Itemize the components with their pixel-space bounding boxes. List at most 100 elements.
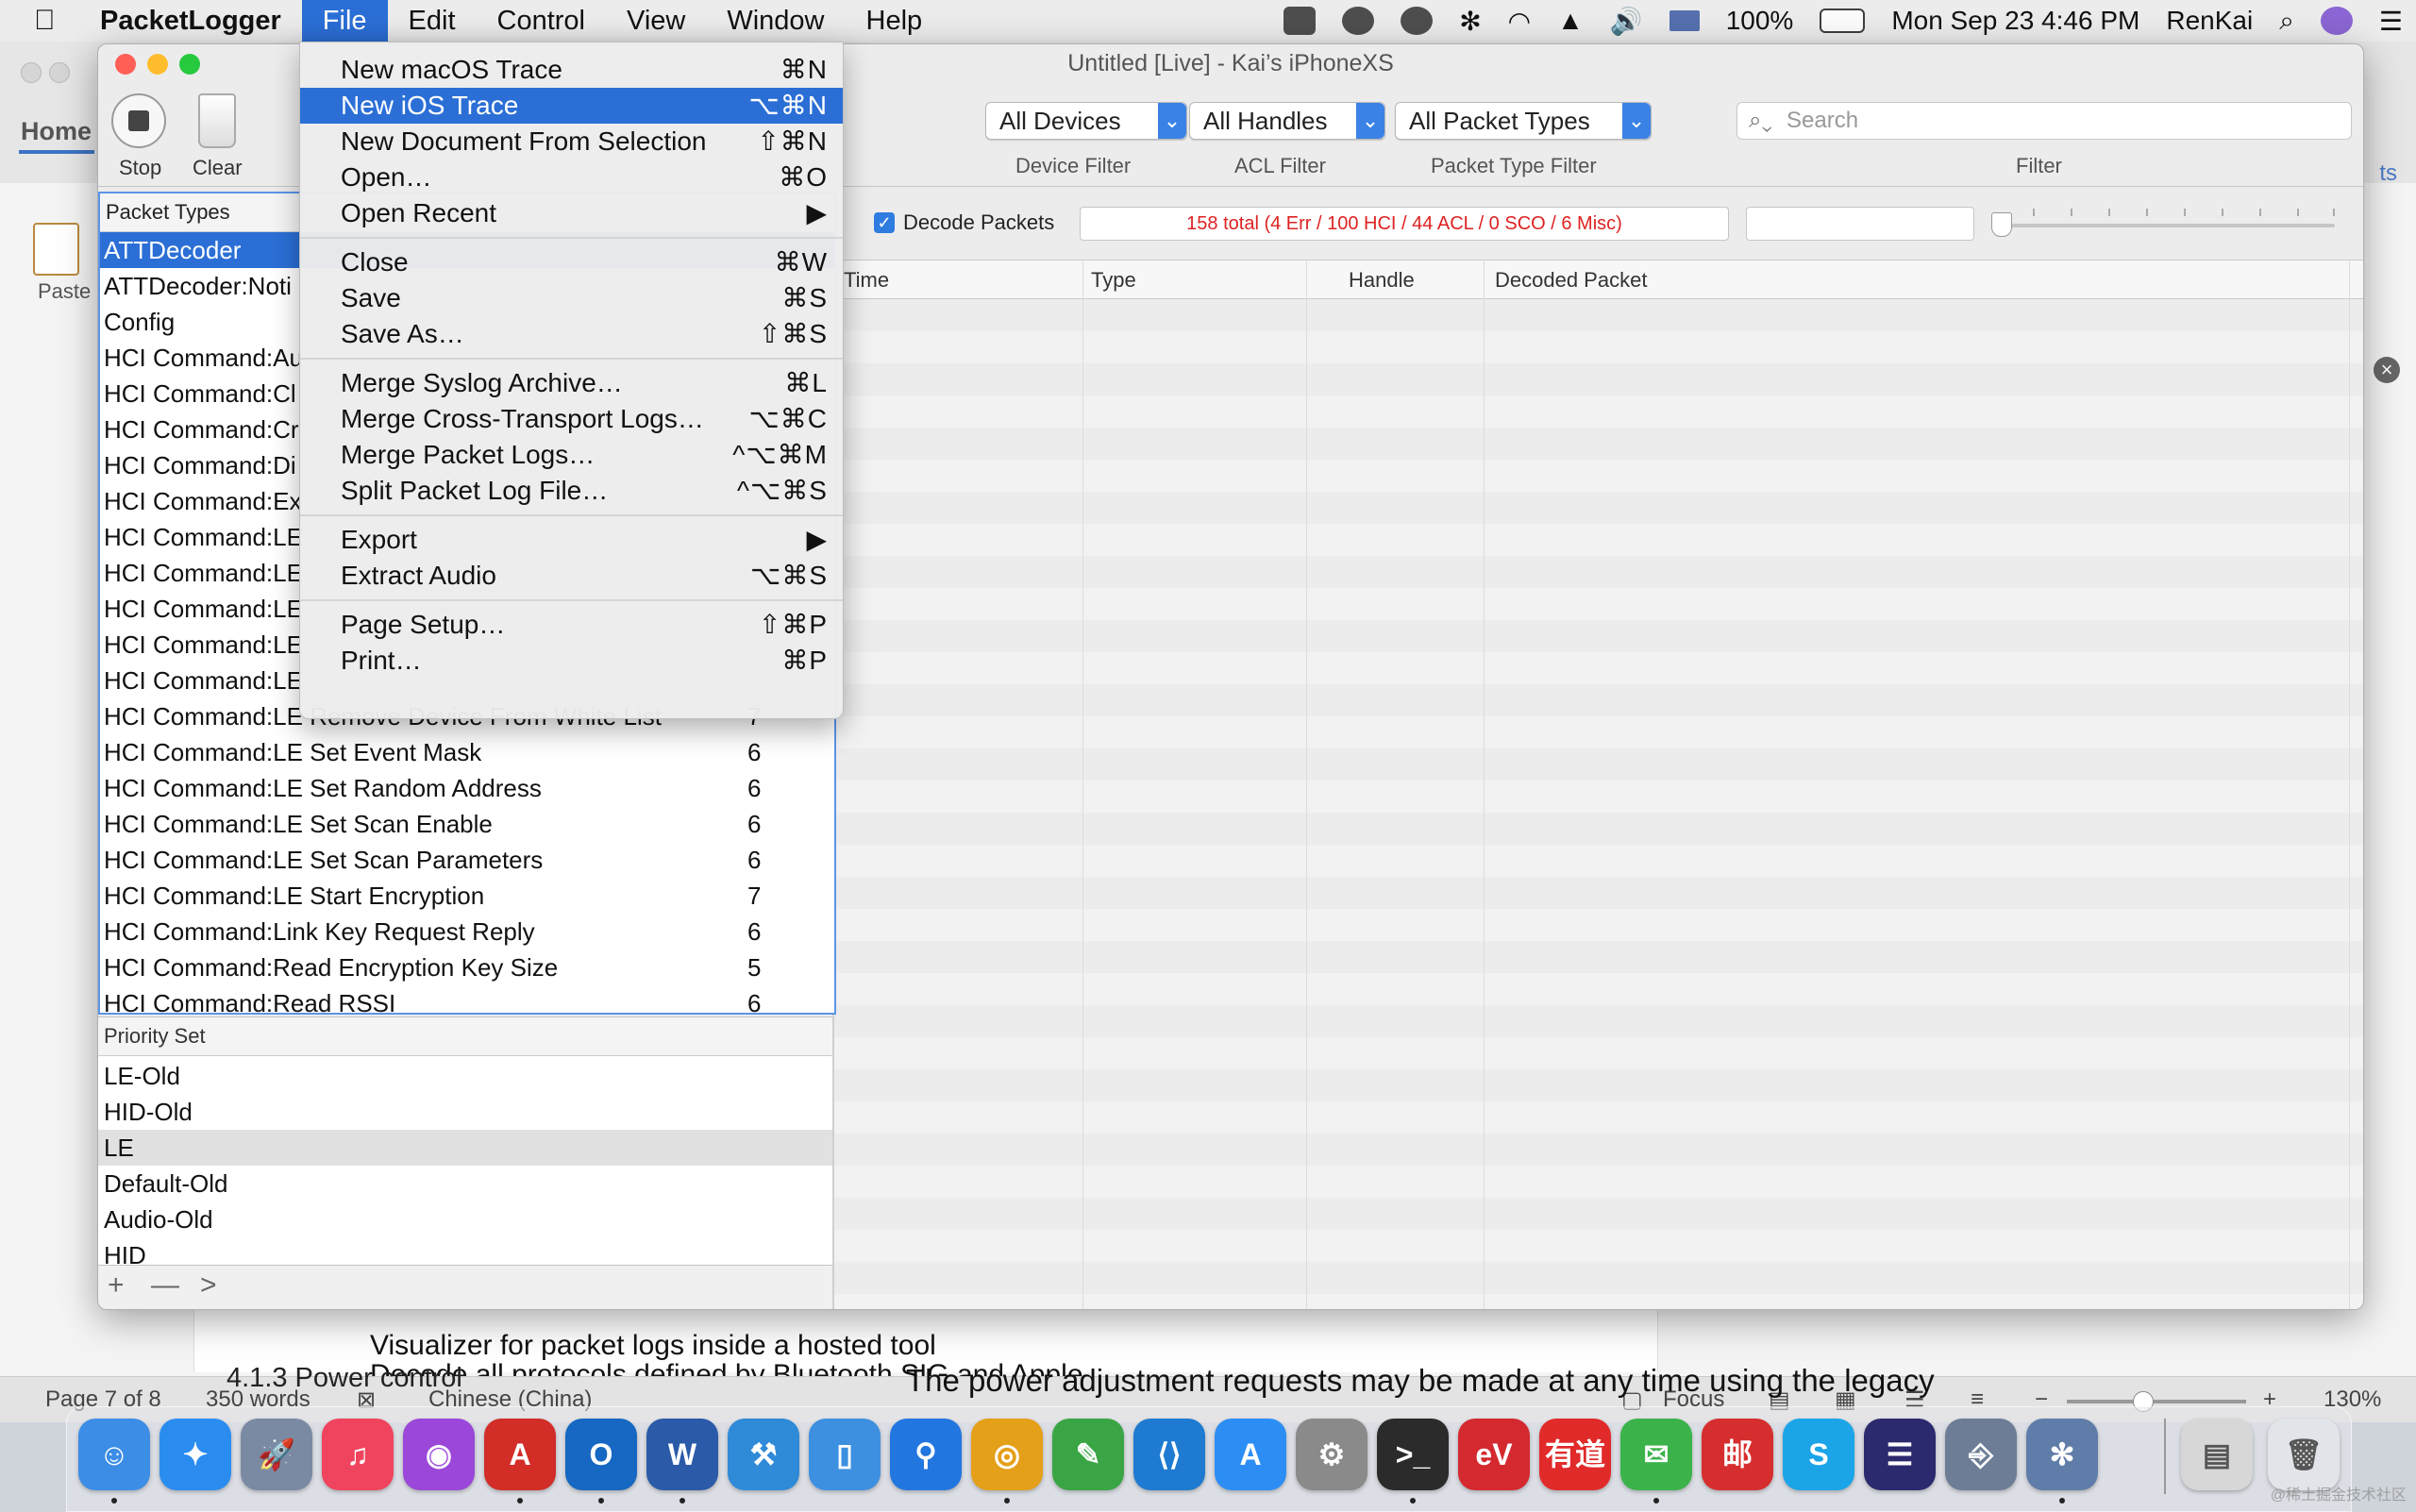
add-priority-set-button[interactable]: + bbox=[108, 1269, 125, 1302]
column-divider[interactable] bbox=[1306, 260, 1307, 1309]
menu-item-extract-audio[interactable]: Extract Audio ⌥⌘S bbox=[300, 558, 843, 594]
priority-set-row[interactable]: Default-Old bbox=[98, 1166, 832, 1201]
menu-edit[interactable]: Edit bbox=[388, 0, 477, 42]
menu-item-open-recent[interactable]: Open Recent ▶ bbox=[300, 195, 843, 231]
column-header-decoded-packet[interactable]: Decoded Packet bbox=[1495, 268, 1647, 293]
packet-type-filter-popup[interactable]: All Packet Types ⌄ bbox=[1395, 102, 1652, 140]
youdao-icon[interactable]: 有道 bbox=[1539, 1419, 1611, 1490]
clock[interactable]: Mon Sep 23 4:46 PM bbox=[1891, 6, 2139, 36]
menu-help[interactable]: Help bbox=[846, 0, 944, 42]
packet-table-row[interactable] bbox=[834, 1294, 2363, 1309]
paste-button-label[interactable]: Paste bbox=[38, 279, 91, 304]
packet-table-row[interactable] bbox=[834, 1230, 2363, 1262]
priority-set-row[interactable]: LE bbox=[98, 1130, 832, 1166]
packet-type-row[interactable]: HCI Command:Read Encryption Key Size 5 bbox=[100, 949, 834, 985]
airplay-icon[interactable]: ▲ bbox=[1557, 6, 1584, 36]
packet-table-row[interactable] bbox=[834, 845, 2363, 877]
nav-pane-heading[interactable]: 4.1.3 Power control bbox=[226, 1363, 462, 1394]
launchpad-icon[interactable]: 🚀 bbox=[241, 1419, 312, 1490]
chrome-icon[interactable]: ◎ bbox=[971, 1419, 1043, 1490]
music-icon[interactable]: ♫ bbox=[322, 1419, 394, 1490]
column-header-handle[interactable]: Handle bbox=[1349, 268, 1415, 293]
priority-set-header[interactable]: Priority Set bbox=[98, 1017, 832, 1056]
packet-table-row[interactable] bbox=[834, 331, 2363, 363]
packet-table-row[interactable] bbox=[834, 460, 2363, 492]
menu-item-new-document-from-selection[interactable]: New Document From Selection ⇧⌘N bbox=[300, 124, 843, 160]
word-close-button[interactable] bbox=[21, 62, 42, 83]
eclipse-icon[interactable]: ☰ bbox=[1864, 1419, 1936, 1490]
packet-table-row[interactable] bbox=[834, 1101, 2363, 1134]
zoom-slider[interactable] bbox=[2067, 1391, 2246, 1412]
battery-icon[interactable] bbox=[1820, 8, 1866, 33]
apple-menu-icon[interactable]:  bbox=[34, 5, 72, 37]
priority-set-list[interactable]: Priority Set LE-Old HID-Old LE Default-Old A… bbox=[98, 1016, 832, 1272]
pdf-reader-icon[interactable]: A bbox=[484, 1419, 556, 1490]
column-divider[interactable] bbox=[1082, 260, 1083, 1309]
maps-pin-icon[interactable]: ⚲ bbox=[890, 1419, 962, 1490]
clear-icon[interactable] bbox=[198, 93, 236, 148]
safari-icon[interactable]: ✦ bbox=[159, 1419, 231, 1490]
bluetooth-explorer-icon[interactable]: ✻ bbox=[2026, 1419, 2098, 1490]
packet-type-row[interactable]: HCI Command:LE Set Scan Parameters 6 bbox=[100, 842, 834, 878]
user-name[interactable]: RenKai bbox=[2166, 6, 2253, 36]
ribbon-fragment-text[interactable]: ts bbox=[2379, 160, 2397, 187]
packet-table-row[interactable] bbox=[834, 1037, 2363, 1069]
packet-table-row[interactable] bbox=[834, 524, 2363, 556]
menu-item-close[interactable]: Close ⌘W bbox=[300, 244, 843, 280]
input-source-flag-icon[interactable] bbox=[1669, 10, 1700, 31]
menu-item-new-ios-trace[interactable]: New iOS Trace ⌥⌘N bbox=[300, 88, 843, 124]
terminal-icon[interactable]: >_ bbox=[1377, 1419, 1449, 1490]
outlook-icon[interactable]: O bbox=[565, 1419, 637, 1490]
spotlight-icon[interactable]: ⌕ bbox=[2279, 6, 2294, 37]
packet-type-row[interactable]: HCI Command:LE Set Scan Enable 6 bbox=[100, 806, 834, 842]
menu-item-export[interactable]: Export ▶ bbox=[300, 522, 843, 558]
menu-window[interactable]: Window bbox=[706, 0, 845, 42]
app-store-icon[interactable]: A bbox=[1215, 1419, 1286, 1490]
wifi-icon[interactable]: ◠ bbox=[1508, 6, 1531, 37]
menu-item-save-as[interactable]: Save As… ⇧⌘S bbox=[300, 316, 843, 352]
menu-item-save[interactable]: Save ⌘S bbox=[300, 280, 843, 316]
menu-item-open[interactable]: Open… ⌘O bbox=[300, 160, 843, 195]
xcode-icon[interactable]: ⚒ bbox=[728, 1419, 799, 1490]
menu-item-split-packet-log-file[interactable]: Split Packet Log File… ^⌥⌘S bbox=[300, 473, 843, 509]
packet-table-row[interactable] bbox=[834, 652, 2363, 684]
packet-type-row[interactable]: HCI Command:Link Key Request Reply 6 bbox=[100, 914, 834, 949]
device-filter-popup[interactable]: All Devices ⌄ bbox=[985, 102, 1187, 140]
menu-app-name[interactable]: PacketLogger bbox=[100, 0, 302, 42]
packet-type-row[interactable]: HCI Command:LE Set Event Mask 6 bbox=[100, 734, 834, 770]
search-input[interactable]: ⌕⌄ Search bbox=[1736, 102, 2352, 140]
menu-item-merge-packet-logs[interactable]: Merge Packet Logs… ^⌥⌘M bbox=[300, 437, 843, 473]
podcasts-icon[interactable]: ◉ bbox=[403, 1419, 475, 1490]
menu-control[interactable]: Control bbox=[477, 0, 607, 42]
vscode-icon[interactable]: ⟨⟩ bbox=[1133, 1419, 1205, 1490]
trash-icon[interactable]: 🗑 bbox=[2268, 1419, 2340, 1490]
usb-tool-icon[interactable]: ⎆ bbox=[1945, 1419, 2017, 1490]
column-divider[interactable] bbox=[1484, 260, 1485, 1309]
decode-packets-checkbox[interactable]: ✓ bbox=[874, 212, 895, 233]
tab-home[interactable]: Home bbox=[21, 117, 92, 146]
column-divider[interactable] bbox=[2349, 260, 2350, 1309]
bluetooth-icon[interactable]: ✻ bbox=[1459, 6, 1481, 37]
menu-item-merge-cross-transport-logs[interactable]: Merge Cross-Transport Logs… ⌥⌘C bbox=[300, 401, 843, 437]
wechat-status-icon[interactable] bbox=[1284, 7, 1317, 35]
menu-item-print[interactable]: Print… ⌘P bbox=[300, 643, 843, 679]
mail-app-icon[interactable]: 邮 bbox=[1702, 1419, 1773, 1490]
cloud-sync-status-icon[interactable] bbox=[1342, 7, 1375, 35]
packet-table-row[interactable] bbox=[834, 781, 2363, 813]
finder-icon[interactable]: ☺ bbox=[78, 1419, 150, 1490]
clear-label[interactable]: Clear bbox=[193, 156, 243, 180]
packet-type-row[interactable]: HCI Command:LE Set Random Address 6 bbox=[100, 770, 834, 806]
system-prefs-icon[interactable]: ⚙ bbox=[1296, 1419, 1367, 1490]
packet-table-row[interactable] bbox=[834, 973, 2363, 1005]
siri-icon[interactable] bbox=[2320, 7, 2353, 35]
volume-icon[interactable]: 🔊 bbox=[1610, 6, 1643, 37]
wechat-icon[interactable]: ✉ bbox=[1620, 1419, 1692, 1490]
word-minimize-button[interactable] bbox=[49, 62, 70, 83]
menu-item-merge-syslog-archive[interactable]: Merge Syslog Archive… ⌘L bbox=[300, 365, 843, 401]
evernote-icon[interactable]: ✎ bbox=[1052, 1419, 1124, 1490]
menu-item-page-setup[interactable]: Page Setup… ⇧⌘P bbox=[300, 607, 843, 643]
packet-table-row[interactable] bbox=[834, 588, 2363, 620]
remove-priority-set-button[interactable]: — bbox=[151, 1269, 179, 1302]
expressvpn-icon[interactable]: eV bbox=[1458, 1419, 1530, 1490]
detail-slider-knob[interactable] bbox=[1991, 212, 2012, 237]
